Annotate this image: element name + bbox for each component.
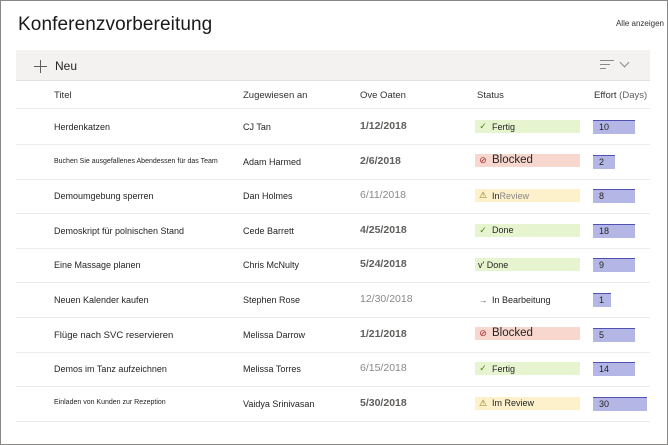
command-bar: Neu [16, 50, 650, 81]
row-assigned: Vaidya Srinivasan [243, 398, 315, 409]
effort-cell: 9 [593, 258, 651, 273]
row-assigned: Melissa Torres [243, 364, 301, 375]
status-label-extra: Review [499, 190, 530, 201]
row-title[interactable]: Neuen Kalender kaufen [54, 295, 149, 305]
show-all-link[interactable]: Alle anzeigen [616, 19, 664, 28]
status-badge: ✓ Fertig [475, 120, 580, 133]
table-row[interactable]: Neuen Kalender kaufen Stephen Rose 12/30/2… [16, 283, 650, 318]
status-badge: ⚠ In Review [475, 189, 580, 203]
effort-cell: 2 [593, 154, 651, 169]
status-label: Fertig [492, 363, 516, 374]
effort-cell: 5 [593, 327, 651, 342]
error-icon: ⊘ [479, 327, 487, 338]
new-button-label: Neu [55, 59, 78, 73]
status-label: Fertig [492, 121, 516, 132]
table-row[interactable]: Demoskript für polnischen Stand Cede Barr… [16, 214, 650, 249]
row-due-date: 1/12/2018 [360, 120, 407, 132]
effort-value: 18 [599, 225, 610, 236]
arrow-right-icon: → [478, 294, 488, 305]
new-button[interactable]: Neu [34, 57, 77, 75]
effort-value: 2 [599, 156, 605, 167]
column-header-due[interactable]: Ove Oaten [360, 90, 406, 101]
status-badge: → In Bearbeitung [475, 293, 580, 306]
column-header-effort-unit: (Days) [619, 90, 648, 101]
table-row[interactable]: Einladen von Kunden zur Rezeption Vaidya … [16, 387, 650, 422]
status-badge: ⚠ Im Review [475, 396, 580, 410]
row-due-date: 5/30/2018 [360, 396, 407, 409]
effort-value: 1 [599, 295, 605, 305]
column-header-title[interactable]: Titel [54, 90, 72, 101]
status-badge: ✓ Fertig [475, 362, 580, 376]
row-due-date: 4/25/2018 [360, 223, 407, 236]
check-icon: ✓ [479, 121, 487, 131]
row-due-date: 6/11/2018 [360, 189, 406, 202]
plus-icon [34, 59, 47, 73]
row-title[interactable]: Demoskript für polnischen Stand [54, 226, 184, 236]
view-options-button[interactable] [600, 57, 634, 73]
row-title[interactable]: Herdenkatzen [54, 122, 110, 132]
header-divider [16, 108, 650, 109]
effort-cell: 8 [593, 189, 651, 204]
effort-cell: 18 [593, 223, 651, 238]
effort-cell: 10 [593, 120, 651, 134]
status-label: v' Done [478, 259, 509, 270]
error-icon: ⊘ [479, 154, 487, 165]
row-title[interactable]: Flüge nach SVC reservieren [54, 330, 173, 341]
status-label: Im Review [492, 398, 535, 409]
row-due-date: 5/24/2018 [360, 258, 407, 271]
status-badge: v' Done [475, 258, 580, 272]
status-badge: ⊘ Blocked [475, 153, 580, 167]
status-badge: ⊘ Blocked [475, 326, 580, 340]
table-row[interactable]: Demoumgebung sperren Dan Holmes 6/11/2018 ⚠… [16, 179, 651, 215]
row-due-date: 1/21/2018 [360, 327, 407, 340]
effort-value: 30 [599, 398, 610, 409]
row-assigned: Stephen Rose [243, 295, 301, 305]
row-title[interactable]: Eine Massage planen [54, 260, 141, 270]
row-assigned: CJ Tan [243, 122, 271, 132]
check-icon: ✓ [479, 224, 487, 235]
row-title[interactable]: Einladen von Kunden zur Rezeption [54, 399, 166, 406]
table-row[interactable]: Herdenkatzen CJ Tan 1/12/2018 ✓ Fertig 10 [16, 110, 650, 145]
effort-value: 9 [599, 260, 605, 271]
status-badge: ✓ Done [475, 223, 580, 237]
chevron-down-icon [619, 57, 630, 68]
page-title: Konferenzvorbereitung [18, 14, 213, 35]
effort-value: 14 [599, 364, 610, 375]
effort-value: 8 [599, 191, 605, 202]
row-assigned: Dan Holmes [243, 191, 293, 202]
effort-value: 5 [599, 329, 605, 340]
row-title[interactable]: Demos im Tanz aufzeichnen [54, 364, 167, 374]
row-title[interactable]: Demoumgebung sperren [54, 191, 154, 201]
status-label: In Bearbeitung [492, 294, 551, 305]
column-header-status[interactable]: Status [477, 90, 504, 101]
row-due-date: 12/30/2018 [360, 293, 413, 305]
warning-icon: ⚠ [478, 397, 488, 408]
column-header-assigned[interactable]: Zugewiesen an [243, 90, 307, 101]
row-title[interactable]: Buchen Sie ausgefallenes Abendessen für … [54, 158, 218, 165]
effort-cell: 14 [593, 362, 651, 377]
row-assigned: Chris McNulty [243, 260, 300, 271]
table-row[interactable]: Buchen Sie ausgefallenes Abendessen für … [16, 145, 650, 180]
status-label: In [492, 190, 500, 201]
table-row[interactable]: Flüge nach SVC reservieren Melissa Darrow… [16, 318, 650, 353]
row-assigned: Melissa Darrow [243, 329, 306, 340]
view-options-icon [600, 60, 614, 70]
table-row[interactable]: Eine Massage planen Chris McNulty 5/24/201… [16, 248, 651, 284]
row-due-date: 6/15/2018 [360, 362, 407, 375]
status-label: Done [492, 225, 514, 236]
column-header-effort-label: Effort [594, 90, 617, 101]
effort-value: 10 [599, 122, 610, 132]
check-icon: ✓ [479, 363, 487, 374]
row-due-date: 2/6/2018 [360, 154, 401, 167]
effort-cell: 1 [593, 293, 651, 307]
column-header-effort[interactable]: Effort (Days) [594, 90, 647, 101]
table-row[interactable]: Demos im Tanz aufzeichnen Melissa Torres 6… [16, 352, 651, 388]
row-assigned: Adam Harmed [243, 156, 302, 167]
status-label: Blocked [492, 327, 533, 340]
effort-cell: 30 [593, 396, 651, 411]
row-assigned: Cede Barrett [243, 225, 295, 236]
status-label: Blocked [492, 154, 533, 167]
warning-icon: ⚠ [478, 190, 488, 201]
